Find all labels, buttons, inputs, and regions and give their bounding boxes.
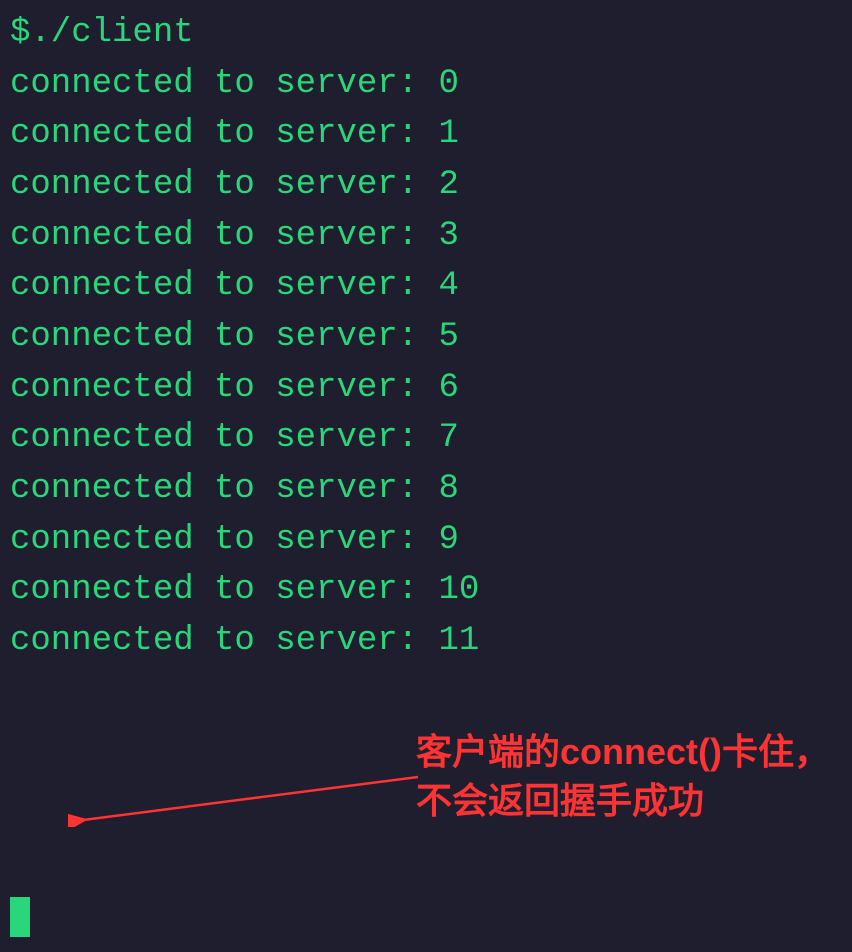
output-line: connected to server: 2 [10,160,842,211]
terminal-cursor [10,897,30,937]
output-line: connected to server: 5 [10,312,842,363]
output-line: connected to server: 11 [10,616,842,667]
output-line: connected to server: 4 [10,261,842,312]
output-line: connected to server: 8 [10,464,842,515]
arrow-icon [68,772,423,827]
annotation-text: 客户端的connect()卡住，不会返回握手成功 [416,728,836,825]
output-line: connected to server: 6 [10,363,842,414]
output-line: connected to server: 10 [10,565,842,616]
terminal-output: $./client connected to server: 0 connect… [0,0,852,675]
output-line: connected to server: 7 [10,413,842,464]
output-line: connected to server: 1 [10,109,842,160]
output-line: connected to server: 0 [10,59,842,110]
output-line: connected to server: 3 [10,211,842,262]
output-line: connected to server: 9 [10,515,842,566]
annotation-overlay: 客户端的connect()卡住，不会返回握手成功 [68,732,848,872]
command-prompt: $./client [10,8,842,59]
